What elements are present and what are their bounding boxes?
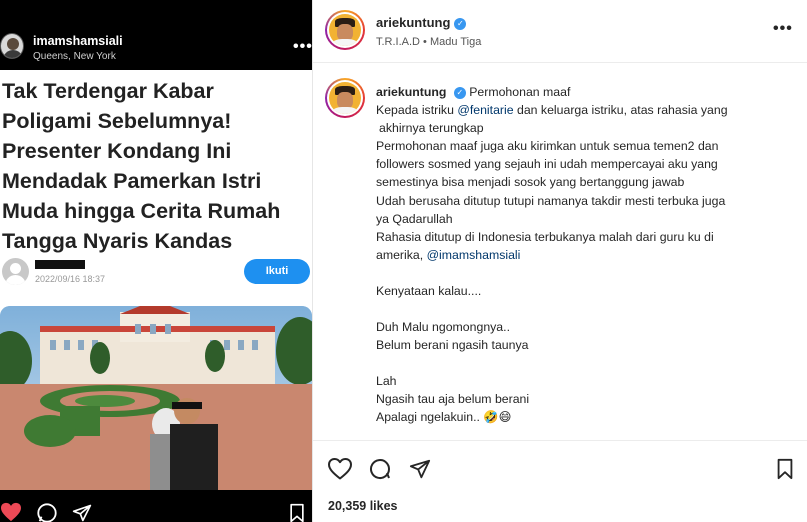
caption-line: semestinya bisa menjadi sosok yang berta… [376,175,685,190]
article-photo [0,306,312,490]
mention-link[interactable]: @imamshamsiali [427,248,521,262]
caption-blank [376,300,796,318]
caption-line: ya Qadarullah [376,211,453,226]
comment-icon[interactable] [36,502,58,522]
right-post-panel: ariekuntung ✓ T.R.I.A.D • Madu Tiga ••• a… [312,0,807,522]
caption-line: Udah berusaha ditutup tutupi namanya tak… [376,193,726,208]
heart-icon[interactable] [0,502,22,522]
article-screenshot: Tak Terdengar Kabar Poligami Sebelumnya!… [0,70,312,490]
caption-title: Permohonan maaf [469,85,571,99]
caption-line: Duh Malu ngomongnya.. [376,320,510,335]
caption-line: Kepada istriku @fenitarie dan keluarga i… [376,101,796,119]
caption-first-line: ariekuntung ✓ Permohonan maaf [376,83,796,101]
left-post-panel: imamshamsiali Queens, New York ••• Tak T… [0,0,312,522]
caption-text: amerika, [376,247,427,262]
headline-line: Poligami Sebelumnya! [2,109,232,133]
verified-icon: ✓ [454,18,467,30]
caption-line: amerika, @imamshamsiali [376,246,796,264]
emoji-laughing: 🤣😄 [483,410,512,425]
follow-button[interactable]: Ikuti [244,259,310,284]
left-post-header: imamshamsiali Queens, New York ••• [0,0,312,70]
caption-line: Rahasia ditutup di Indonesia terbukanya … [376,229,714,244]
headline-line: Tangga Nyaris Kandas [2,229,233,253]
article-date: 2022/09/16 18:37 [35,274,106,284]
caption-line: Kenyataan kalau.... [376,283,482,298]
bookmark-icon[interactable] [775,458,795,480]
left-location[interactable]: Queens, New York [33,51,116,62]
bookmark-icon[interactable] [288,503,306,522]
share-icon[interactable] [72,503,92,522]
caption-text: dan keluarga istriku, atas rahasia yang [513,103,728,118]
caption-blank [376,264,796,282]
caption-line: Belum berani ngasih taunya [376,338,529,353]
comment-icon[interactable] [368,457,392,481]
article-headline: Tak Terdengar Kabar Poligami Sebelumnya!… [2,76,307,256]
screenshot-root: imamshamsiali Queens, New York ••• Tak T… [0,0,807,522]
redacted-author-name [35,260,85,269]
headline-line: Tak Terdengar Kabar [2,79,214,103]
mention-link[interactable]: @fenitarie [457,103,513,117]
author-avatar[interactable] [325,10,365,50]
caption-blank [376,354,796,372]
more-options-icon[interactable]: ••• [773,20,793,38]
verified-icon: ✓ [453,87,466,99]
headline-line: Muda hingga Cerita Rumah [2,199,281,223]
share-icon[interactable] [409,458,431,480]
post-caption: ariekuntung ✓ Permohonan maaf Kepada ist… [376,83,796,427]
caption-line: Ngasih tau aja belum berani [376,392,530,407]
caption-line: Permohonan maaf juga aku kirimkan untuk … [376,139,719,154]
caption-username[interactable]: ariekuntung [376,85,446,99]
post-header: ariekuntung ✓ T.R.I.A.D • Madu Tiga ••• [313,0,807,63]
likes-count[interactable]: 20,359 likes [328,499,398,513]
author-username[interactable]: ariekuntung [376,15,450,30]
caption-line: akhirnya terungkap [379,121,484,136]
left-more-icon[interactable]: ••• [293,38,312,56]
headline-line: Presenter Kondang Ini [2,139,232,163]
caption-line: Apalagi ngelakuin.. 🤣😄 [376,408,796,426]
caption-text: Apalagi ngelakuin.. [376,410,480,425]
left-actions [0,500,312,522]
headline-line: Mendadak Pamerkan Istri [2,169,262,193]
left-user-avatar[interactable] [0,33,24,59]
heart-icon[interactable] [328,458,352,480]
article-author-avatar [2,258,29,285]
caption-avatar[interactable] [325,78,365,118]
caption-line: followers sosmed yang sejauh ini udah me… [376,157,718,172]
left-username[interactable]: imamshamsiali [33,34,123,48]
author-username-row: ariekuntung ✓ [376,15,467,30]
post-action-bar: 20,359 likes [313,440,807,522]
caption-line: Lah [376,374,397,389]
caption-text: Kepada istriku [376,103,458,118]
post-audio-subtitle[interactable]: T.R.I.A.D • Madu Tiga [376,36,481,48]
